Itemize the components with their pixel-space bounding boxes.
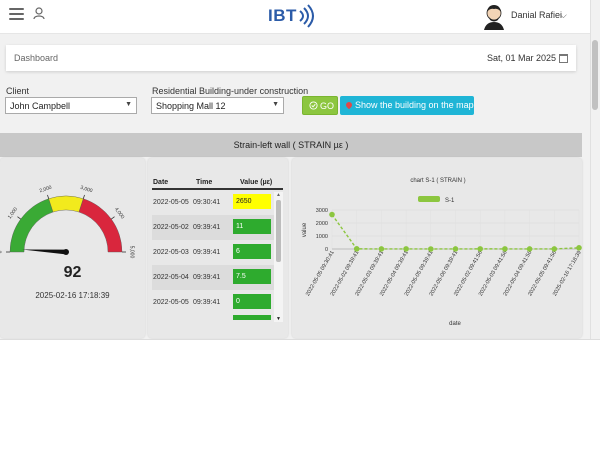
table-row-partial bbox=[152, 315, 274, 320]
table-row[interactable]: 2022-05-02 09:39:41 11 bbox=[152, 215, 274, 240]
go-button-label: GO bbox=[320, 101, 335, 111]
current-date: Sat, 01 Mar 2025 bbox=[486, 53, 556, 63]
col-time: Time bbox=[196, 179, 213, 186]
row-time: 09:30:41 bbox=[193, 199, 221, 206]
user-profile-icon[interactable] bbox=[32, 6, 46, 20]
table-row[interactable]: 2022-05-05 09:30:41 2650 bbox=[152, 190, 274, 215]
row-value-badge bbox=[233, 315, 271, 320]
map-pin-icon bbox=[344, 100, 354, 110]
row-value-badge: 7.5 bbox=[233, 269, 271, 284]
table-scrollbar-thumb[interactable] bbox=[276, 200, 281, 262]
y-tick-label: 1000 bbox=[316, 234, 328, 240]
gauge-tick-label: 3,000 bbox=[79, 185, 93, 195]
table-header: Date Time Value (µε) bbox=[152, 178, 283, 190]
table-scrollbar[interactable]: ▲ ▼ bbox=[274, 192, 283, 322]
data-point[interactable] bbox=[477, 246, 483, 252]
building-select-value: Shopping Mall 12 bbox=[156, 101, 226, 111]
client-label: Client bbox=[6, 86, 30, 96]
avatar[interactable] bbox=[482, 3, 506, 30]
gauge-tick-label: 1,000 bbox=[7, 206, 19, 220]
gauge-needle bbox=[22, 249, 67, 255]
hamburger-menu-icon[interactable] bbox=[9, 8, 24, 20]
building-select[interactable]: Shopping Mall 12 ▼ bbox=[151, 97, 284, 114]
show-on-map-button[interactable]: Show the building on the map bbox=[340, 96, 474, 115]
gauge-tick-label: 2,000 bbox=[39, 185, 53, 195]
go-button[interactable]: GO bbox=[302, 96, 338, 115]
line-chart: chart S-1 ( STRAIN ) S-1 0 1000 2000 3000 valu… bbox=[302, 178, 582, 327]
row-date: 2022-05-05 bbox=[153, 199, 189, 206]
client-select-value: John Campbell bbox=[10, 101, 71, 111]
chart-title: chart S-1 ( STRAIN ) bbox=[410, 178, 465, 184]
scroll-up-icon[interactable]: ▲ bbox=[276, 192, 281, 198]
gauge-chart: 0 1,000 2,000 3,000 4,000 5,000 bbox=[0, 185, 135, 259]
top-bar: IBT Danial Rafiei ⌵ bbox=[0, 0, 590, 34]
row-time: 09:39:41 bbox=[193, 274, 221, 281]
x-axis-label: date bbox=[449, 321, 461, 327]
data-point[interactable] bbox=[502, 246, 508, 252]
gauge-tick bbox=[111, 216, 115, 220]
table-row[interactable]: 2022-05-03 09:39:41 6 bbox=[152, 240, 274, 265]
gauge-band-green bbox=[9, 198, 54, 253]
data-point[interactable] bbox=[378, 246, 385, 252]
legend-label[interactable]: S-1 bbox=[445, 198, 455, 204]
row-time: 09:39:41 bbox=[193, 249, 221, 256]
col-value: Value (µε) bbox=[240, 179, 273, 186]
row-date: 2022-05-04 bbox=[153, 274, 189, 281]
gauge-band-yellow bbox=[48, 195, 84, 213]
row-date: 2022-05-05 bbox=[153, 299, 189, 306]
check-circle-icon bbox=[309, 101, 318, 110]
gauge-tick-label: 0 bbox=[0, 250, 3, 253]
row-time: 09:39:41 bbox=[193, 224, 221, 231]
data-point[interactable] bbox=[576, 245, 582, 251]
table-row[interactable]: 2022-05-04 09:39:41 7.5 bbox=[152, 265, 274, 290]
dropdown-caret-icon[interactable]: ▼ bbox=[272, 101, 279, 108]
row-value-badge: 6 bbox=[233, 244, 271, 259]
gauge-tick-label: 4,000 bbox=[113, 207, 125, 221]
chevron-down-icon[interactable]: ⌵ bbox=[560, 10, 567, 21]
logo-signal-icon bbox=[299, 4, 314, 28]
x-tick-label: 2025-02-16 17:18:39 bbox=[552, 250, 582, 297]
gauge-hub bbox=[63, 249, 69, 255]
table-row[interactable]: 2022-05-05 09:39:41 0 bbox=[152, 290, 274, 315]
content-bottom-border bbox=[0, 339, 600, 340]
row-value-badge: 2650 bbox=[233, 194, 271, 209]
calendar-icon[interactable] bbox=[559, 54, 568, 63]
row-date: 2022-05-02 bbox=[153, 224, 189, 231]
section-title: Strain-left wall ( STRAIN µε ) bbox=[0, 133, 582, 157]
gauge-band-red bbox=[78, 198, 123, 253]
client-select[interactable]: John Campbell ▼ bbox=[5, 97, 137, 114]
data-point[interactable] bbox=[329, 211, 335, 218]
y-axis-label: value bbox=[302, 222, 308, 237]
row-value-badge: 11 bbox=[233, 219, 271, 234]
data-point[interactable] bbox=[452, 246, 459, 252]
breadcrumb-dashboard[interactable]: Dashboard bbox=[14, 53, 58, 63]
show-on-map-label: Show the building on the map bbox=[355, 100, 474, 110]
data-point[interactable] bbox=[551, 246, 558, 252]
gauge-tick bbox=[82, 194, 85, 199]
col-date: Date bbox=[153, 179, 169, 186]
gauge-tick-label: 5,000 bbox=[129, 246, 135, 259]
row-time: 09:39:41 bbox=[193, 299, 221, 306]
data-point[interactable] bbox=[428, 246, 434, 252]
y-tick-label: 3000 bbox=[316, 208, 328, 214]
data-point[interactable] bbox=[403, 246, 409, 252]
building-label: Residential Building-under construction bbox=[152, 86, 309, 96]
scroll-down-icon[interactable]: ▼ bbox=[276, 316, 281, 322]
gauge-value: 92 bbox=[63, 264, 82, 281]
gauge-timestamp: 2025-02-16 17:18:39 bbox=[35, 291, 110, 300]
breadcrumb: Dashboard Sat, 01 Mar 2025 bbox=[6, 45, 576, 71]
dropdown-caret-icon[interactable]: ▼ bbox=[125, 101, 132, 108]
y-tick-label: 0 bbox=[325, 247, 328, 253]
logo-text: IBT bbox=[268, 6, 297, 25]
y-tick-label: 2000 bbox=[316, 221, 328, 227]
legend-swatch[interactable] bbox=[418, 196, 440, 202]
page-scrollbar-thumb[interactable] bbox=[592, 40, 598, 110]
user-name[interactable]: Danial Rafiei bbox=[511, 10, 562, 20]
row-value-badge: 0 bbox=[233, 294, 271, 309]
data-point[interactable] bbox=[526, 246, 533, 252]
gauge-tick bbox=[17, 216, 21, 220]
row-date: 2022-05-03 bbox=[153, 249, 189, 256]
gauge-tick bbox=[47, 194, 50, 199]
data-point[interactable] bbox=[353, 246, 360, 252]
